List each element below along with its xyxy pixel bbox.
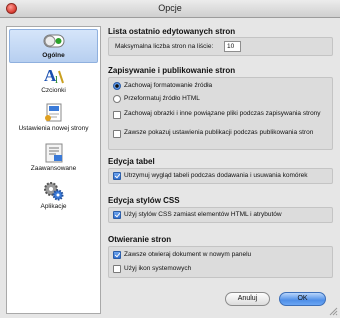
open-box: Zawsze otwieraj dokument w nowym panelu … bbox=[108, 246, 333, 278]
system-icons-label: Użyj ikon systemowych bbox=[124, 265, 192, 272]
sidebar-item-applications[interactable]: Aplikacje bbox=[9, 181, 98, 217]
saving-box: Zachowaj formatowanie źródła Przeformatu… bbox=[108, 77, 333, 150]
window-title: Opcje bbox=[158, 3, 182, 13]
options-window: Opcje Ogólne A l Czcionki Ustawienia now… bbox=[0, 0, 340, 318]
show-publish-settings-label: Zawsze pokazuj ustawienia publikacji pod… bbox=[124, 129, 314, 136]
new-page-icon bbox=[44, 103, 61, 122]
open-new-panel-label: Zawsze otwieraj dokument w nowym panelu bbox=[124, 251, 252, 258]
use-css-label: Użyj stylów CSS zamiast elementów HTML i… bbox=[124, 211, 282, 218]
sidebar-item-label: Aplikacje bbox=[40, 203, 67, 210]
sidebar-item-general[interactable]: Ogólne bbox=[9, 29, 98, 63]
reformat-html-radio[interactable] bbox=[113, 95, 121, 103]
sidebar-item-label: Czcionki bbox=[41, 87, 66, 94]
sidebar-item-new-page-settings[interactable]: Ustawienia nowej strony bbox=[9, 103, 98, 139]
section-title-css: Edycja stylów CSS bbox=[108, 196, 180, 205]
section-title-open: Otwieranie stron bbox=[108, 235, 172, 244]
section-title-saving: Zapisywanie i publikowanie stron bbox=[108, 66, 236, 75]
sidebar-item-label: Zaawansowane bbox=[30, 165, 77, 172]
switch-icon bbox=[43, 34, 64, 48]
system-icons-checkbox[interactable] bbox=[113, 265, 121, 273]
save-images-checkbox[interactable] bbox=[113, 111, 121, 119]
gears-icon bbox=[43, 182, 63, 201]
css-box: Użyj stylów CSS zamiast elementów HTML i… bbox=[108, 207, 333, 223]
save-images-label: Zachowaj obrazki i inne powiązane pliki … bbox=[124, 110, 321, 117]
tables-box: Utrzymuj wygląd tabeli podczas dodawania… bbox=[108, 168, 333, 184]
show-publish-settings-checkbox[interactable] bbox=[113, 130, 121, 138]
keep-format-radio[interactable] bbox=[113, 82, 121, 90]
svg-text:l: l bbox=[55, 74, 58, 85]
use-css-checkbox[interactable] bbox=[113, 211, 121, 219]
keep-table-look-label: Utrzymuj wygląd tabeli podczas dodawania… bbox=[124, 172, 308, 179]
advanced-icon bbox=[45, 143, 62, 163]
sidebar-item-advanced[interactable]: Zaawansowane bbox=[9, 143, 98, 177]
keep-table-look-checkbox[interactable] bbox=[113, 172, 121, 180]
cancel-button[interactable]: Anuluj bbox=[225, 292, 270, 306]
sidebar-item-fonts[interactable]: A l Czcionki bbox=[9, 65, 98, 99]
font-icon: A l bbox=[44, 66, 64, 85]
max-pages-input[interactable]: 10 bbox=[224, 41, 241, 52]
sidebar-item-label: Ustawienia nowej strony bbox=[18, 125, 89, 132]
keep-format-label: Zachowaj formatowanie źródła bbox=[124, 82, 213, 89]
section-title-tables: Edycja tabel bbox=[108, 157, 155, 166]
category-sidebar: Ogólne A l Czcionki Ustawienia nowej str… bbox=[6, 26, 101, 314]
max-pages-label: Maksymalna liczba stron na liście: bbox=[115, 43, 214, 50]
sidebar-item-label: Ogólne bbox=[42, 52, 65, 59]
ok-button[interactable]: OK bbox=[279, 292, 326, 306]
title-bar[interactable]: Opcje bbox=[0, 0, 340, 18]
section-title-recent: Lista ostatnio edytowanych stron bbox=[108, 27, 236, 36]
recent-box: Maksymalna liczba stron na liście: 10 bbox=[108, 37, 333, 56]
open-new-panel-checkbox[interactable] bbox=[113, 251, 121, 259]
reformat-html-label: Przeformatuj źródło HTML bbox=[124, 95, 200, 102]
resize-grip-icon[interactable] bbox=[329, 307, 338, 316]
